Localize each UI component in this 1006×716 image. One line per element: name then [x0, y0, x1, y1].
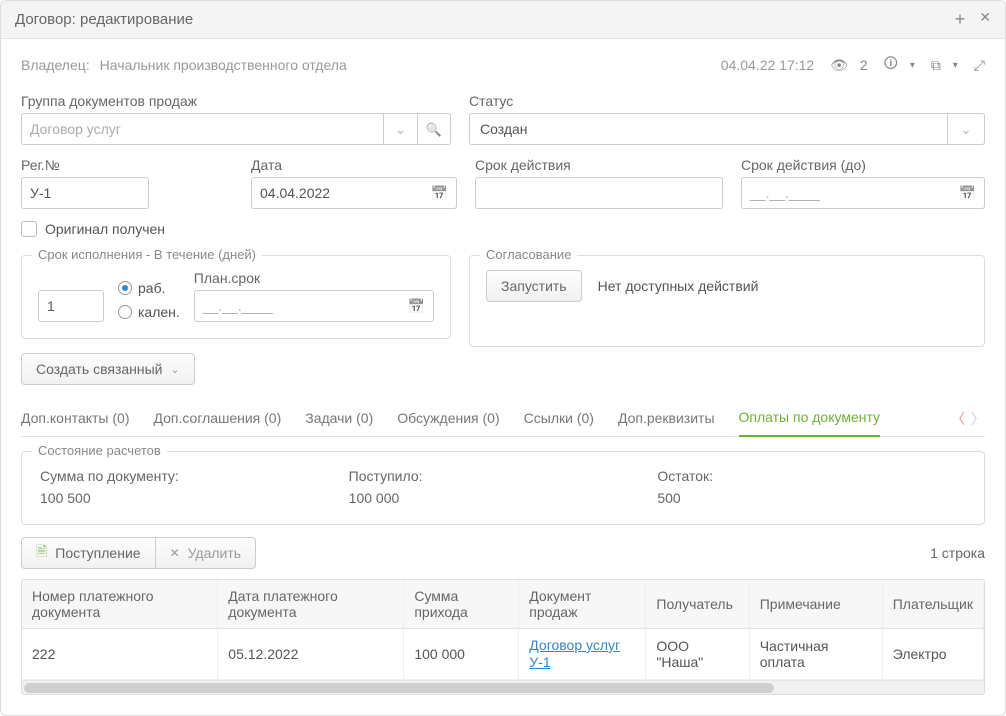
col-recipient[interactable]: Получатель — [646, 580, 749, 629]
plan-date-label: План.срок — [194, 270, 434, 286]
plan-date-input[interactable]: __.__.____ — [194, 290, 434, 322]
sum-value: 100 500 — [40, 490, 349, 506]
payments-table: Номер платежного документа Дата платежно… — [21, 579, 985, 695]
regno-input[interactable]: У-1 — [21, 177, 149, 209]
tab-payments[interactable]: Оплаты по документу — [739, 401, 881, 437]
sum-label: Сумма по документу: — [40, 468, 349, 484]
info-icon — [884, 53, 898, 77]
delete-button[interactable]: ✕ Удалить — [156, 537, 257, 569]
col-note[interactable]: Примечание — [749, 580, 882, 629]
chevron-down-icon[interactable]: ⌄ — [947, 113, 985, 145]
close-icon[interactable] — [979, 9, 991, 30]
col-sales-doc[interactable]: Документ продаж — [519, 580, 646, 629]
document-icon — [36, 541, 47, 565]
close-icon: ✕ — [170, 546, 180, 560]
tab-addendums[interactable]: Доп.соглашения (0) — [154, 402, 282, 436]
receipt-button[interactable]: Поступление — [21, 537, 156, 569]
approval-fieldset: Согласование Запустить Нет доступных дей… — [469, 255, 985, 347]
chevron-down-icon: ⌄ — [171, 363, 180, 376]
header-row: Владелец: Начальник производственного от… — [1, 39, 1005, 87]
table-row[interactable]: 222 05.12.2022 100 000 Договор услуг У-1… — [22, 629, 984, 680]
search-icon[interactable] — [417, 113, 451, 145]
balance-label: Остаток: — [657, 468, 966, 484]
col-payment-number[interactable]: Номер платежного документа — [22, 580, 218, 629]
date-label: Дата — [251, 157, 457, 173]
date-input[interactable]: 04.04.2022 — [251, 177, 457, 209]
radio-calendar-days[interactable] — [118, 305, 132, 319]
validity-to-input[interactable]: __.__.____ — [741, 177, 985, 209]
create-linked-button[interactable]: Создать связанный ⌄ — [21, 353, 195, 385]
tab-tasks[interactable]: Задачи (0) — [305, 402, 373, 436]
status-select[interactable]: Создан ⌄ — [469, 113, 985, 145]
validity-input[interactable] — [475, 177, 723, 209]
deadline-fieldset: Срок исполнения - В течение (дней) 1 раб… — [21, 255, 451, 339]
tab-extra-contacts[interactable]: Доп.контакты (0) — [21, 402, 130, 436]
scrollbar-thumb[interactable] — [24, 683, 774, 693]
header-datetime: 04.04.22 17:12 — [721, 57, 814, 73]
copy-dropdown[interactable]: ▾ — [931, 57, 958, 74]
sales-doc-link[interactable]: Договор услуг У-1 — [529, 637, 635, 671]
tab-links[interactable]: Ссылки (0) — [524, 402, 594, 436]
deadline-days-input[interactable]: 1 — [38, 290, 104, 322]
copy-icon — [931, 57, 941, 74]
expand-button[interactable] — [974, 57, 985, 74]
validity-label: Срок действия — [475, 157, 723, 173]
validity-to-label: Срок действия (до) — [741, 157, 985, 173]
views-indicator[interactable]: 2 — [830, 57, 867, 74]
calendar-icon[interactable] — [951, 177, 985, 209]
status-label: Статус — [469, 93, 985, 109]
approval-message: Нет доступных действий — [598, 278, 759, 294]
horizontal-scrollbar[interactable] — [22, 680, 984, 694]
table-header-row: Номер платежного документа Дата платежно… — [22, 580, 984, 629]
plus-icon[interactable] — [955, 9, 966, 30]
tab-extra-props[interactable]: Доп.реквизиты — [618, 402, 715, 436]
tab-discussions[interactable]: Обсуждения (0) — [397, 402, 499, 436]
received-label: Поступило: — [349, 468, 658, 484]
calendar-icon[interactable] — [423, 177, 457, 209]
regno-label: Рег.№ — [21, 157, 149, 173]
col-amount[interactable]: Сумма прихода — [404, 580, 519, 629]
tab-scroll-left[interactable]: 〈 — [951, 409, 965, 429]
info-dropdown[interactable]: ▾ — [884, 53, 915, 77]
window-title: Договор: редактирование — [15, 11, 193, 28]
tab-scroll-right[interactable]: 〉 — [971, 409, 985, 429]
group-select[interactable]: Договор услуг ⌄ — [21, 113, 451, 145]
balance-value: 500 — [657, 490, 966, 506]
eye-icon — [830, 57, 848, 74]
original-received-label: Оригинал получен — [45, 221, 165, 237]
expand-icon — [974, 57, 985, 74]
owner-value: Начальник производственного отдела — [100, 57, 711, 73]
row-count: 1 строка — [930, 545, 985, 561]
col-payment-date[interactable]: Дата платежного документа — [218, 580, 404, 629]
titlebar-actions — [955, 9, 991, 30]
tabs: Доп.контакты (0) Доп.соглашения (0) Зада… — [21, 401, 985, 437]
received-value: 100 000 — [349, 490, 658, 506]
owner-label: Владелец: — [21, 57, 90, 73]
start-approval-button[interactable]: Запустить — [486, 270, 582, 302]
contract-edit-window: Договор: редактирование Владелец: Началь… — [0, 0, 1006, 716]
settlement-fieldset: Состояние расчетов Сумма по документу: 1… — [21, 451, 985, 525]
titlebar: Договор: редактирование — [1, 1, 1005, 39]
group-label: Группа документов продаж — [21, 93, 451, 109]
calendar-icon[interactable] — [400, 290, 434, 322]
original-received-checkbox[interactable] — [21, 221, 37, 237]
radio-work-days[interactable] — [118, 281, 132, 295]
col-payer[interactable]: Плательщик — [882, 580, 983, 629]
chevron-down-icon[interactable]: ⌄ — [383, 113, 417, 145]
